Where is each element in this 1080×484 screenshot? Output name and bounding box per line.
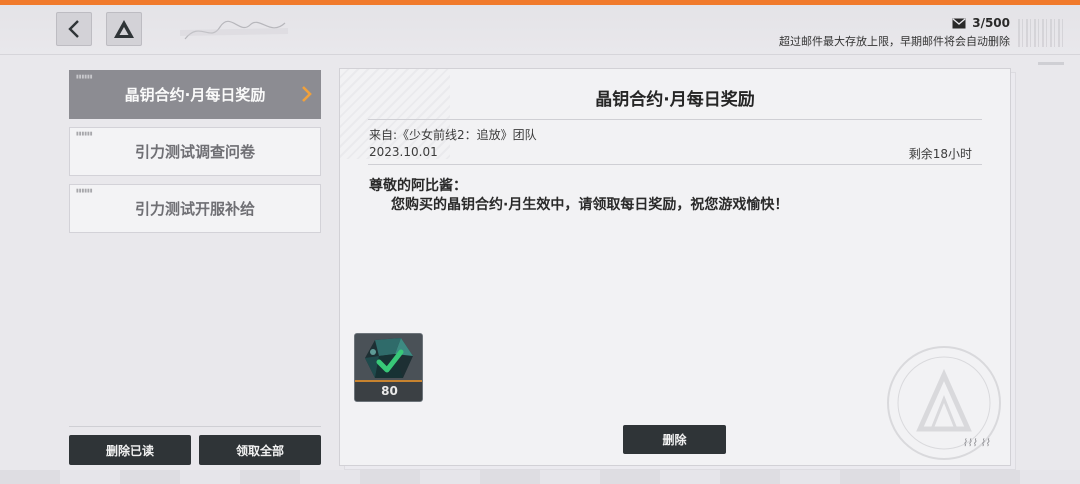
home-button[interactable] <box>106 12 142 46</box>
divider <box>368 119 982 120</box>
mail-capacity: 3/500 <box>952 16 1010 30</box>
mail-date: 2023.10.01 <box>369 145 438 159</box>
footer-decoration <box>0 470 1080 484</box>
mail-message: 您购买的晶钥合约·月生效中，请领取每日奖励，祝您游戏愉快！ <box>391 197 789 213</box>
mail-detail-panel: 晶钥合约·月每日奖励 来自:《少女前线2：追放》团队 2023.10.01 剩余… <box>339 68 1011 466</box>
barcode-decoration <box>1018 19 1064 47</box>
storage-notice: 超过邮件最大存放上限，早期邮件将会自动删除 <box>779 35 1010 48</box>
envelope-icon <box>952 18 966 28</box>
mail-greeting: 尊敬的阿比酱： <box>369 178 467 194</box>
mail-remaining-time: 剩余18小时 <box>908 147 972 161</box>
signature-decoration <box>180 20 289 40</box>
claim-all-button[interactable]: 领取全部 <box>199 435 321 465</box>
mail-list: ▮▮▮▮▮▮ 晶钥合约·月每日奖励 ▮▮▮▮▮▮ 引力测试调查问卷 ▮▮▮▮▮▮… <box>69 70 321 241</box>
item-code-decoration: ▮▮▮▮▮▮ <box>76 131 93 137</box>
back-button[interactable] <box>56 12 92 46</box>
signature-decoration: ⌇⌇⌇ ⌇⌇ <box>962 438 990 449</box>
delete-read-button[interactable]: 删除已读 <box>69 435 191 465</box>
mail-item-launch-supply[interactable]: ▮▮▮▮▮▮ 引力测试开服补给 <box>69 184 321 233</box>
mail-item-title: 晶钥合约·月每日奖励 <box>124 86 266 104</box>
mail-item-monthly-reward[interactable]: ▮▮▮▮▮▮ 晶钥合约·月每日奖励 <box>69 70 321 119</box>
triangle-logo-icon <box>114 20 134 38</box>
mail-count: 3/500 <box>972 16 1010 30</box>
chevron-right-icon <box>302 86 312 102</box>
item-code-decoration: ▮▮▮▮▮▮ <box>76 74 93 80</box>
divider <box>368 164 982 165</box>
top-bar: 3/500 超过邮件最大存放上限，早期邮件将会自动删除 <box>0 5 1080 55</box>
chevron-left-icon <box>68 20 79 38</box>
mail-item-title: 引力测试开服补给 <box>134 200 255 218</box>
mail-sender: 来自:《少女前线2：追放》团队 <box>369 128 537 142</box>
crystal-gem-icon <box>355 334 422 382</box>
delete-mail-button[interactable]: 删除 <box>623 425 726 454</box>
mail-title: 晶钥合约·月每日奖励 <box>595 90 755 110</box>
mail-item-title: 引力测试调查问卷 <box>134 143 255 161</box>
divider <box>69 426 321 427</box>
reward-count: 80 <box>355 380 422 401</box>
reward-item[interactable]: 80 <box>354 333 423 402</box>
item-code-decoration: ▮▮▮▮▮▮ <box>76 188 93 194</box>
mail-item-survey[interactable]: ▮▮▮▮▮▮ 引力测试调查问卷 <box>69 127 321 176</box>
corner-decoration <box>1038 62 1064 65</box>
